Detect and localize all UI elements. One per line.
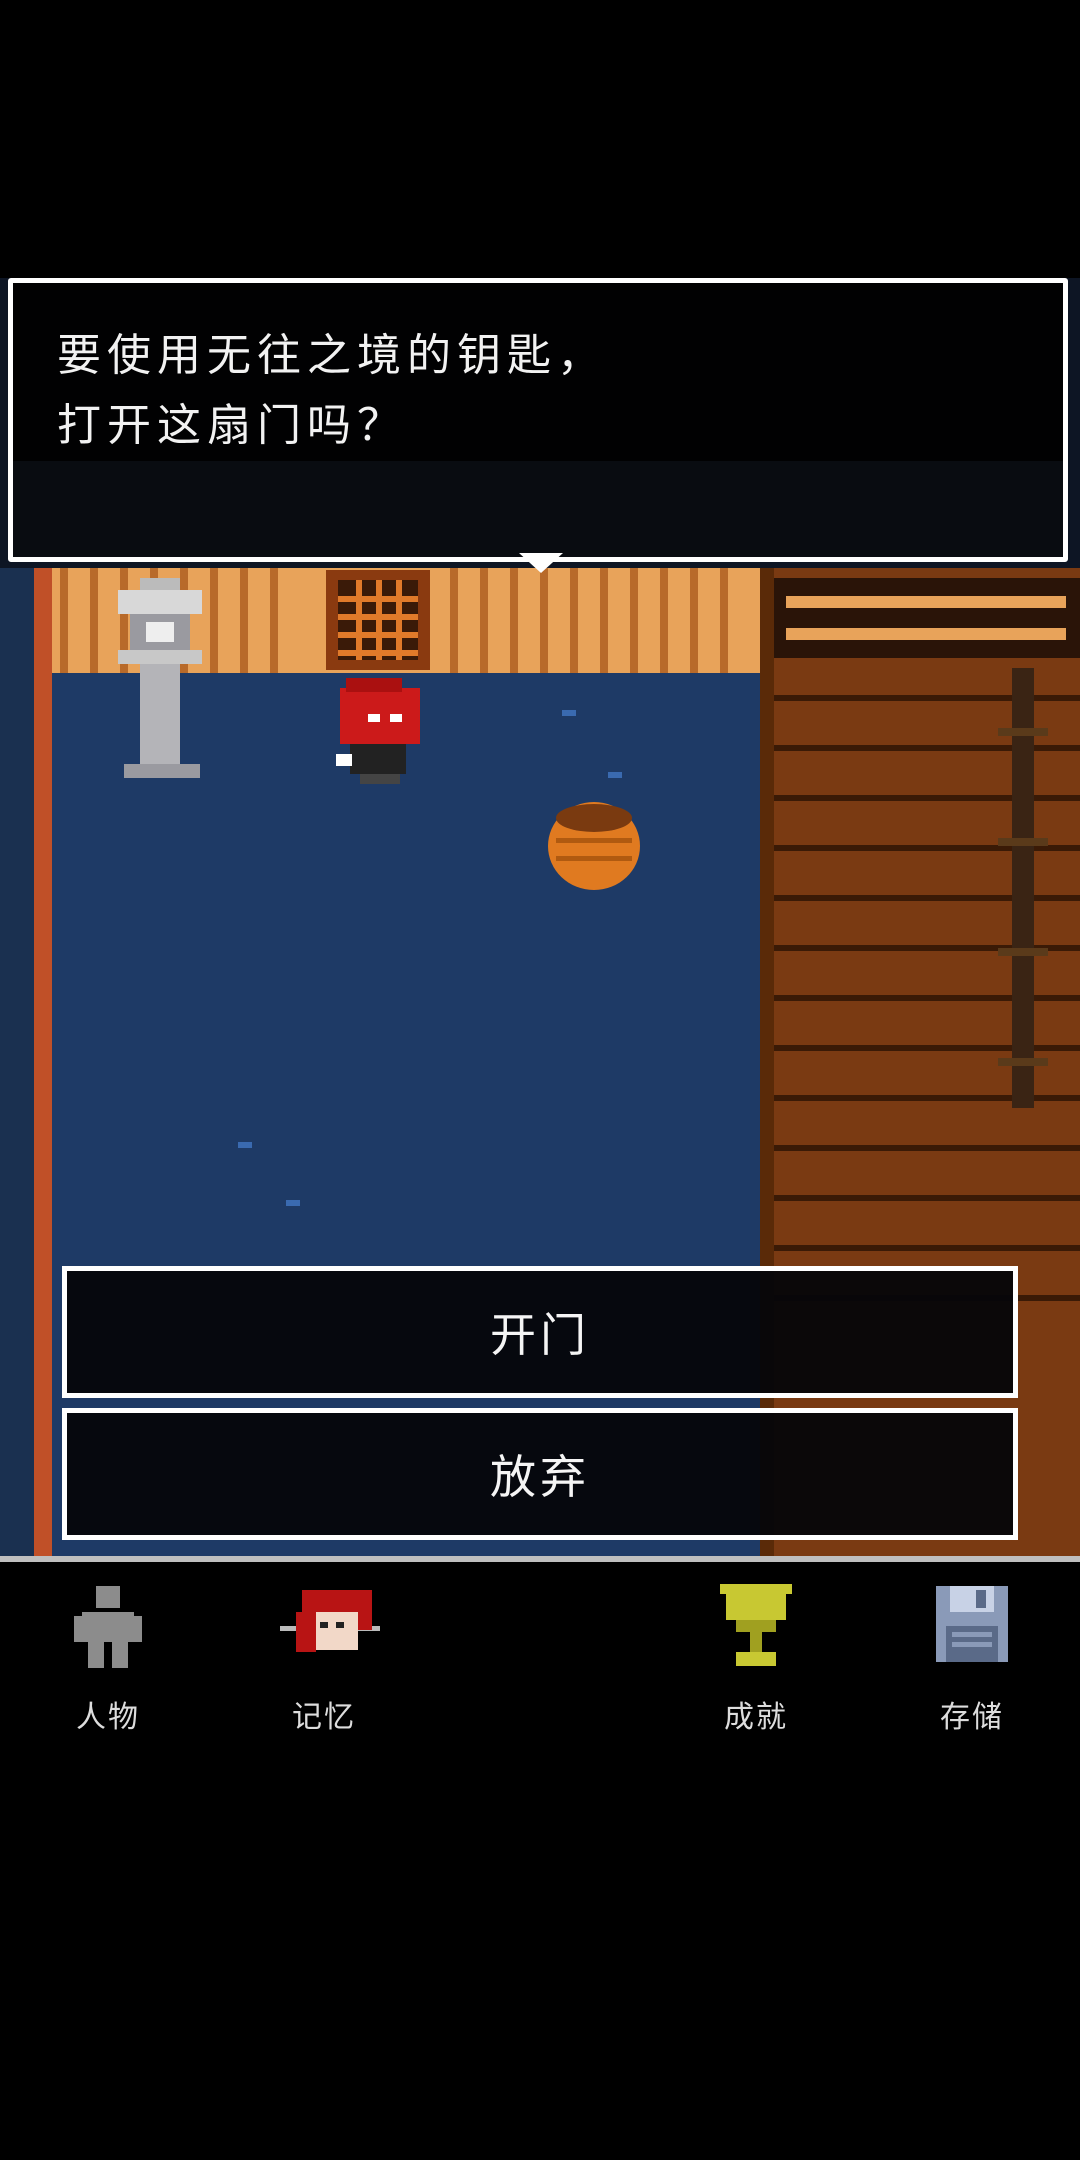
bottom-nav: 人物 记忆 成就 存储 (0, 1562, 1080, 1735)
trophy-icon (720, 1584, 792, 1666)
person-icon (74, 1586, 142, 1668)
dialog-line-2: 打开这扇门吗？ (57, 400, 407, 451)
dialog-line-1: 要使用无往之境的钥匙， (57, 330, 607, 381)
nav-item-achievements[interactable]: 成就 (676, 1582, 836, 1735)
nav-item-characters[interactable]: 人物 (28, 1582, 188, 1735)
give-up-label: 放弃 (490, 1450, 590, 1504)
nav-item-memory[interactable]: 记忆 (244, 1582, 404, 1735)
memory-portrait-icon (280, 1590, 380, 1652)
red-haired-character[interactable] (336, 678, 420, 784)
nav-label-achievements: 成就 (724, 1700, 788, 1735)
nav-label-characters: 人物 (76, 1700, 140, 1735)
continue-arrow-icon (519, 553, 563, 573)
woven-basket[interactable] (548, 802, 640, 890)
locked-door[interactable] (326, 570, 430, 670)
nav-label-memory: 记忆 (292, 1700, 356, 1735)
dialog-background-strip (13, 461, 1063, 557)
nav-item-save[interactable]: 存储 (892, 1582, 1052, 1735)
floppy-disk-icon (936, 1586, 1008, 1662)
stone-lantern (118, 578, 202, 778)
dialog-box[interactable]: 要使用无往之境的钥匙， 打开这扇门吗？ (8, 278, 1068, 573)
open-door-label: 开门 (490, 1308, 590, 1362)
nav-label-save: 存储 (940, 1700, 1004, 1735)
give-up-button[interactable]: 放弃 (62, 1408, 1018, 1540)
open-door-button[interactable]: 开门 (62, 1266, 1018, 1398)
